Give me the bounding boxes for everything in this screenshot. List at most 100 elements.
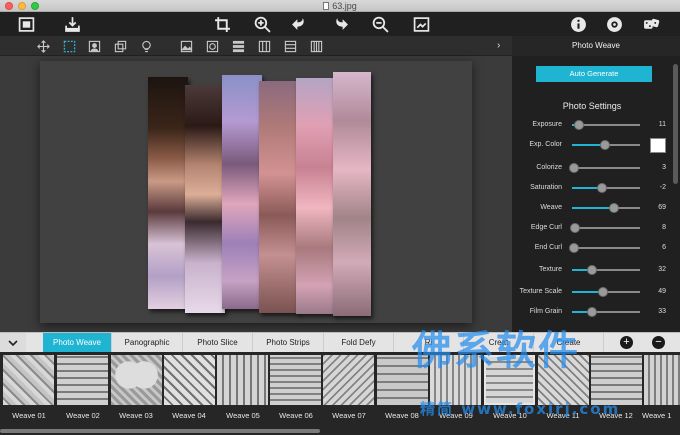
redo-icon[interactable]	[329, 15, 351, 33]
columns-icon[interactable]	[308, 38, 324, 54]
image-frame-icon[interactable]	[15, 15, 37, 33]
thumbnail-label: Weave 1	[642, 411, 672, 420]
vertical-split-icon[interactable]	[256, 38, 272, 54]
setting-saturation: Saturation -2	[512, 181, 680, 195]
photo-strip	[185, 85, 225, 313]
tab-photo-slice[interactable]: Photo Slice	[183, 333, 253, 352]
setting-colorize: Colorize 3	[512, 161, 680, 175]
exposure-slider[interactable]	[572, 120, 640, 130]
thumbnail-weave-07[interactable]	[323, 355, 374, 405]
setting-end-curl: End Curl 6	[512, 241, 680, 255]
setting-exp-color: Exp. Color	[512, 138, 680, 153]
setting-label: End Curl	[534, 244, 562, 251]
horizontal-split-icon[interactable]	[230, 38, 246, 54]
setting-value: 33	[658, 308, 666, 315]
auto-generate-button[interactable]: Auto Generate	[536, 66, 652, 82]
zoom-out-icon[interactable]	[369, 15, 391, 33]
setting-value: -2	[659, 184, 666, 191]
setting-label: Saturation	[530, 184, 562, 191]
window-title-text: 63.jpg	[332, 1, 357, 11]
slider-knob[interactable]	[609, 203, 620, 213]
slider-knob[interactable]	[587, 265, 598, 275]
panel-title: Photo Weave	[512, 36, 680, 56]
circle-frame-icon[interactable]	[204, 38, 220, 54]
weave-slider[interactable]	[572, 203, 640, 213]
chevron-down-icon[interactable]	[0, 333, 26, 352]
artboard[interactable]	[40, 61, 472, 323]
slider-knob[interactable]	[574, 120, 585, 130]
settings-icon[interactable]	[603, 15, 625, 33]
texture-scale-slider[interactable]	[572, 287, 640, 297]
color-swatch[interactable]	[650, 138, 666, 153]
slider-knob[interactable]	[569, 223, 580, 233]
canvas-area	[0, 56, 512, 332]
panel-scrollbar[interactable]	[673, 64, 678, 184]
saturation-slider[interactable]	[572, 183, 640, 193]
setting-value: 11	[658, 121, 666, 128]
window-title: 63.jpg	[0, 0, 680, 12]
setting-label: Edge Curl	[530, 224, 562, 231]
add-category-button[interactable]: +	[620, 336, 633, 349]
tab-fold-defy[interactable]: Fold Defy	[324, 333, 394, 352]
remove-category-button[interactable]: −	[652, 336, 665, 349]
edge-curl-slider[interactable]	[569, 223, 640, 233]
setting-value: 6	[662, 244, 666, 251]
exp-color-slider[interactable]	[572, 140, 640, 150]
thumbnail-weave-04[interactable]	[164, 355, 215, 405]
setting-value: 32	[658, 266, 666, 273]
tab-photo-strips[interactable]: Photo Strips	[253, 333, 324, 352]
import-icon[interactable]	[61, 15, 83, 33]
undo-icon[interactable]	[288, 15, 310, 33]
portrait-icon[interactable]	[86, 38, 102, 54]
thumbnail-weave-05[interactable]	[217, 355, 268, 405]
setting-weave: Weave 69	[512, 201, 680, 215]
thumbnail-scrollbar[interactable]	[0, 429, 320, 433]
chevron-right-icon[interactable]: ›	[497, 38, 507, 54]
thumbnail-weave-13[interactable]	[644, 355, 680, 405]
thumbnail-weave-02[interactable]	[57, 355, 108, 405]
app-window: 63.jpg › Photo Weave Auto Generate Photo…	[0, 0, 680, 435]
photo-strip	[222, 75, 262, 309]
end-curl-slider[interactable]	[569, 243, 640, 253]
slider-knob[interactable]	[587, 307, 598, 317]
setting-value: 3	[662, 164, 666, 171]
tab-photo-weave[interactable]: Photo Weave	[43, 333, 112, 352]
setting-value: 69	[658, 204, 666, 211]
setting-texture-scale: Texture Scale 49	[512, 285, 680, 299]
slider-knob[interactable]	[569, 243, 580, 253]
image-icon[interactable]	[178, 38, 194, 54]
fit-screen-icon[interactable]	[410, 15, 432, 33]
setting-edge-curl: Edge Curl 8	[512, 221, 680, 235]
setting-label: Texture Scale	[519, 288, 562, 295]
thumbnail-weave-03[interactable]	[111, 355, 162, 405]
setting-label: Exposure	[532, 121, 562, 128]
tab-panographic[interactable]: Panographic	[112, 333, 183, 352]
slider-knob[interactable]	[596, 183, 607, 193]
thumbnail-label: Weave 07	[332, 411, 366, 420]
move-icon[interactable]	[35, 38, 51, 54]
setting-label: Film Grain	[529, 308, 562, 315]
thumbnail-weave-01[interactable]	[3, 355, 54, 405]
photo-strip	[259, 81, 299, 313]
slider-knob[interactable]	[598, 287, 609, 297]
setting-label: Weave	[540, 204, 562, 211]
settings-panel: Auto Generate Photo Settings Exposure 11 …	[512, 56, 680, 332]
slider-knob[interactable]	[569, 163, 580, 173]
thumbnail-weave-06[interactable]	[270, 355, 321, 405]
info-icon[interactable]	[567, 15, 589, 33]
thumbnail-label: Weave 03	[119, 411, 153, 420]
layers-icon[interactable]	[112, 38, 128, 54]
dice-icon[interactable]	[640, 15, 662, 33]
select-icon[interactable]	[61, 38, 77, 54]
bulb-icon[interactable]	[138, 38, 154, 54]
document-icon	[323, 2, 330, 10]
zoom-in-icon[interactable]	[251, 15, 273, 33]
film-grain-slider[interactable]	[572, 307, 640, 317]
rows-icon[interactable]	[282, 38, 298, 54]
texture-slider[interactable]	[572, 265, 640, 275]
thumbnail-label: Weave 02	[66, 411, 100, 420]
slider-knob[interactable]	[599, 140, 610, 150]
colorize-slider[interactable]	[569, 163, 640, 173]
crop-icon[interactable]	[211, 15, 233, 33]
settings-title: Photo Settings	[562, 101, 622, 111]
